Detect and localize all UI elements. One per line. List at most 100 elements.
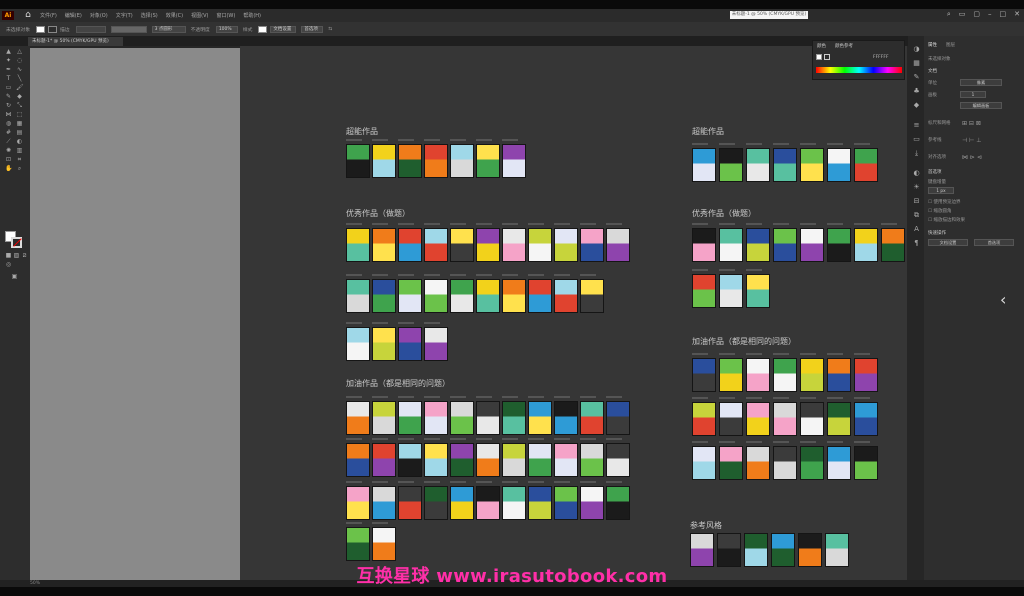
document-setup-quick-button[interactable]: 文档设置 xyxy=(928,239,968,246)
poster-thumbnail[interactable] xyxy=(825,533,849,567)
artboard-dropdown[interactable]: 1 xyxy=(960,91,986,98)
panel-stroke-swatch[interactable] xyxy=(824,54,830,60)
perspective-grid-icon[interactable]: ▦ xyxy=(16,121,23,127)
poster-thumbnail[interactable] xyxy=(424,228,448,262)
properties-tab[interactable]: 属性 xyxy=(928,42,937,48)
menu-type[interactable]: 文字(T) xyxy=(116,12,133,19)
poster-thumbnail[interactable] xyxy=(554,279,578,313)
maximize-icon[interactable]: □ xyxy=(1000,10,1007,19)
poster-thumbnail[interactable] xyxy=(502,486,526,520)
poster-thumbnail[interactable] xyxy=(854,358,878,392)
poster-thumbnail[interactable] xyxy=(580,486,604,520)
poster-thumbnail[interactable] xyxy=(771,533,795,567)
poster-thumbnail[interactable] xyxy=(854,402,878,436)
magic-wand-icon[interactable]: ✦ xyxy=(5,58,12,64)
none-mode-icon[interactable]: ⧄ xyxy=(21,253,28,259)
poster-thumbnail[interactable] xyxy=(476,401,500,435)
preferences-quick-button[interactable]: 首选项 xyxy=(974,239,1014,246)
selection-tool-icon[interactable]: ▲ xyxy=(5,49,12,55)
poster-thumbnail[interactable] xyxy=(450,279,474,313)
poster-thumbnail[interactable] xyxy=(450,401,474,435)
color-mode-icon[interactable]: ■ xyxy=(5,253,12,259)
poster-thumbnail[interactable] xyxy=(372,527,396,561)
poster-thumbnail[interactable] xyxy=(606,443,630,477)
poster-thumbnail[interactable] xyxy=(827,148,851,182)
poster-thumbnail[interactable] xyxy=(800,228,824,262)
poster-thumbnail[interactable] xyxy=(554,228,578,262)
color-spectrum-bar[interactable] xyxy=(816,67,902,73)
poster-thumbnail[interactable] xyxy=(424,486,448,520)
poster-thumbnail[interactable] xyxy=(773,148,797,182)
artboards-icon[interactable]: ▭ xyxy=(913,136,920,143)
poster-thumbnail[interactable] xyxy=(606,486,630,520)
shaper-tool-icon[interactable]: ✎ xyxy=(5,94,12,100)
poster-thumbnail[interactable] xyxy=(424,327,448,361)
poster-thumbnail[interactable] xyxy=(773,358,797,392)
poster-thumbnail[interactable] xyxy=(424,443,448,477)
poster-thumbnail[interactable] xyxy=(580,279,604,313)
panel-fill-swatch[interactable] xyxy=(816,54,822,60)
artboard-tool-icon[interactable]: ⊡ xyxy=(5,157,12,163)
poster-thumbnail[interactable] xyxy=(398,327,422,361)
edit-artboard-button[interactable]: 编辑画板 xyxy=(960,102,1002,109)
rectangle-tool-icon[interactable]: ▭ xyxy=(5,85,12,91)
poster-thumbnail[interactable] xyxy=(424,279,448,313)
poster-thumbnail[interactable] xyxy=(746,274,770,308)
checkbox-preview-bounds[interactable]: ☐ 使用预览边界 xyxy=(928,199,960,205)
poster-thumbnail[interactable] xyxy=(528,279,552,313)
poster-thumbnail[interactable] xyxy=(854,446,878,480)
poster-thumbnail[interactable] xyxy=(450,443,474,477)
poster-thumbnail[interactable] xyxy=(450,144,474,178)
poster-thumbnail[interactable] xyxy=(580,228,604,262)
poster-thumbnail[interactable] xyxy=(606,401,630,435)
poster-thumbnail[interactable] xyxy=(346,279,370,313)
menu-select[interactable]: 选择(S) xyxy=(141,12,158,19)
stroke-weight-field[interactable] xyxy=(75,25,106,33)
layers-tab[interactable]: 图层 xyxy=(946,42,955,48)
snap-toggle-icons[interactable]: ⋈ ⊳ ⊲ xyxy=(962,154,982,161)
poster-thumbnail[interactable] xyxy=(773,402,797,436)
poster-thumbnail[interactable] xyxy=(800,358,824,392)
poster-thumbnail[interactable] xyxy=(476,144,500,178)
symbol-sprayer-icon[interactable]: ✺ xyxy=(5,148,12,154)
checkbox-scale-corners[interactable]: ☐ 缩放圆角 xyxy=(928,208,951,214)
poster-thumbnail[interactable] xyxy=(528,228,552,262)
poster-thumbnail[interactable] xyxy=(528,401,552,435)
poster-thumbnail[interactable] xyxy=(746,148,770,182)
poster-thumbnail[interactable] xyxy=(346,486,370,520)
poster-thumbnail[interactable] xyxy=(719,148,743,182)
poster-thumbnail[interactable] xyxy=(346,144,370,178)
poster-thumbnail[interactable] xyxy=(690,533,714,567)
stroke-swatch[interactable] xyxy=(48,25,57,33)
poster-thumbnail[interactable] xyxy=(692,228,716,262)
poster-thumbnail[interactable] xyxy=(502,144,526,178)
artboard-gray[interactable] xyxy=(30,48,240,580)
poster-thumbnail[interactable] xyxy=(773,446,797,480)
graphic-styles-icon[interactable]: ◆ xyxy=(913,102,920,109)
poster-thumbnail[interactable] xyxy=(528,486,552,520)
poster-thumbnail[interactable] xyxy=(798,533,822,567)
poster-thumbnail[interactable] xyxy=(554,486,578,520)
checkbox-scale-strokes[interactable]: ☐ 缩放描边和效果 xyxy=(928,217,965,223)
poster-thumbnail[interactable] xyxy=(773,228,797,262)
poster-thumbnail[interactable] xyxy=(398,443,422,477)
poster-thumbnail[interactable] xyxy=(502,401,526,435)
zoom-tool-icon[interactable]: ⌕ xyxy=(16,166,23,172)
poster-thumbnail[interactable] xyxy=(346,527,370,561)
poster-thumbnail[interactable] xyxy=(606,228,630,262)
poster-thumbnail[interactable] xyxy=(528,443,552,477)
poster-thumbnail[interactable] xyxy=(692,274,716,308)
units-dropdown[interactable]: 像素 xyxy=(960,79,1002,86)
poster-thumbnail[interactable] xyxy=(372,401,396,435)
search-icon[interactable]: ⌕ xyxy=(947,10,951,19)
poster-thumbnail[interactable] xyxy=(692,358,716,392)
poster-thumbnail[interactable] xyxy=(719,402,743,436)
poster-thumbnail[interactable] xyxy=(476,486,500,520)
mesh-tool-icon[interactable]: # xyxy=(5,130,12,136)
variable-width-field[interactable] xyxy=(110,25,147,33)
poster-thumbnail[interactable] xyxy=(800,148,824,182)
rotate-tool-icon[interactable]: ↻ xyxy=(5,103,12,109)
slice-tool-icon[interactable]: ⌗ xyxy=(16,157,23,163)
canvas-area[interactable]: 超能作品 优秀作品（做题） 加油作品（都是相同的问题） 超能作品 优秀作品（做题… xyxy=(240,46,907,580)
document-tab[interactable]: 未标题-1* @ 50% (CMYK/GPU 预览) xyxy=(28,37,123,46)
